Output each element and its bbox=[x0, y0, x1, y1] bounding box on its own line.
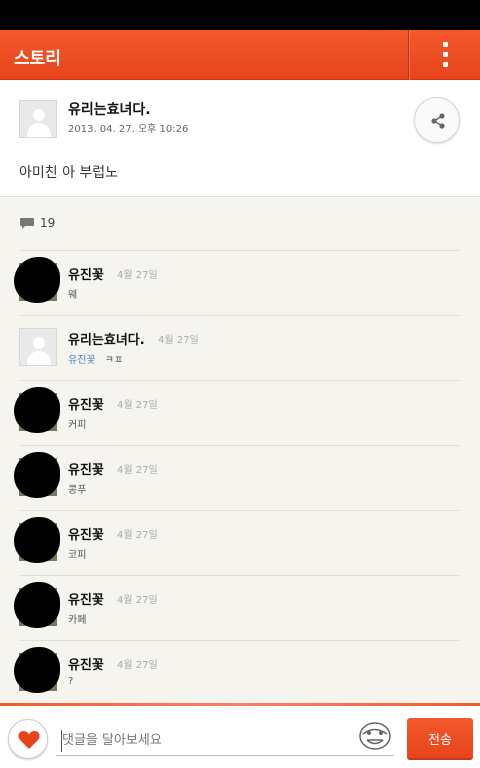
comment-date: 4월 27일 bbox=[117, 465, 158, 476]
comment-item: 유진꽃 4월 27일 웨 bbox=[0, 251, 480, 316]
comment-date: 4월 27일 bbox=[158, 335, 199, 346]
comment-composer: 전송 bbox=[0, 706, 480, 768]
comment-bubble-icon bbox=[20, 218, 34, 229]
emoticon-button[interactable] bbox=[358, 721, 392, 751]
post-body: 아미친 아 부럽노 bbox=[19, 165, 119, 181]
commenter-avatar[interactable] bbox=[14, 647, 60, 693]
commenter-name[interactable]: 유진꽃 bbox=[68, 264, 104, 283]
comment-text: ? bbox=[68, 676, 74, 687]
commenter-avatar[interactable] bbox=[14, 452, 60, 498]
heart-icon bbox=[18, 731, 40, 749]
comment-item: 유진꽃 4월 27일 커피 bbox=[0, 381, 480, 446]
share-button[interactable] bbox=[414, 97, 460, 143]
post-author[interactable]: 유리는효녀다. bbox=[68, 99, 151, 119]
status-bar bbox=[0, 0, 480, 30]
story-post: 유리는효녀다. 2013. 04. 27. 오후 10:26 아미친 아 부럽노 bbox=[0, 80, 480, 197]
commenter-avatar[interactable] bbox=[14, 582, 60, 628]
overflow-menu-button[interactable] bbox=[410, 30, 480, 80]
commenter-name[interactable]: 유진꽃 bbox=[68, 459, 104, 478]
comment-item: 유진꽃 4월 27일 콩푸 bbox=[0, 446, 480, 511]
comment-input[interactable] bbox=[56, 726, 394, 756]
commenter-name[interactable]: 유진꽃 bbox=[68, 654, 104, 673]
like-button[interactable] bbox=[8, 719, 48, 759]
comment-item: 유진꽃 4월 27일 카페 bbox=[0, 576, 480, 641]
comment-date: 4월 27일 bbox=[117, 270, 158, 281]
commenter-name[interactable]: 유진꽃 bbox=[68, 589, 104, 608]
commenter-avatar[interactable] bbox=[19, 328, 57, 366]
app-bar: 스토리 bbox=[0, 30, 480, 80]
comments-count-value: 19 bbox=[40, 216, 56, 230]
post-date: 2013. 04. 27. 오후 10:26 bbox=[68, 124, 189, 135]
comment-date: 4월 27일 bbox=[117, 530, 158, 541]
commenter-avatar[interactable] bbox=[14, 257, 60, 303]
comment-date: 4월 27일 bbox=[117, 595, 158, 606]
send-button[interactable]: 전송 bbox=[407, 718, 473, 758]
comment-text: 콩푸 bbox=[68, 485, 87, 496]
commenter-name[interactable]: 유리는효녀다. bbox=[68, 329, 145, 348]
comment-text: 커피 bbox=[68, 420, 87, 431]
comment-text: 유진꽃 ㅋㅍ bbox=[68, 351, 123, 366]
comment-item: 유리는효녀다. 4월 27일 유진꽃 ㅋㅍ bbox=[0, 316, 480, 381]
commenter-name[interactable]: 유진꽃 bbox=[68, 394, 104, 413]
page-title: 스토리 bbox=[14, 49, 61, 69]
commenter-avatar[interactable] bbox=[14, 517, 60, 563]
commenter-avatar[interactable] bbox=[14, 387, 60, 433]
comment-text: 카페 bbox=[68, 615, 87, 626]
comment-text: 웨 bbox=[68, 290, 78, 301]
comment-date: 4월 27일 bbox=[117, 400, 158, 411]
share-icon bbox=[431, 113, 445, 129]
emoticon-icon bbox=[359, 722, 391, 750]
comment-item: 유진꽃 4월 27일 코피 bbox=[0, 511, 480, 576]
comment-item: 유진꽃 4월 27일 ? bbox=[0, 641, 480, 706]
comment-mention[interactable]: 유진꽃 bbox=[68, 355, 96, 366]
text-cursor bbox=[61, 730, 62, 752]
comment-text-body: ㅋㅍ bbox=[104, 355, 124, 366]
comment-date: 4월 27일 bbox=[117, 660, 158, 671]
comment-text: 코피 bbox=[68, 550, 87, 561]
author-avatar[interactable] bbox=[19, 100, 57, 138]
commenter-name[interactable]: 유진꽃 bbox=[68, 524, 104, 543]
